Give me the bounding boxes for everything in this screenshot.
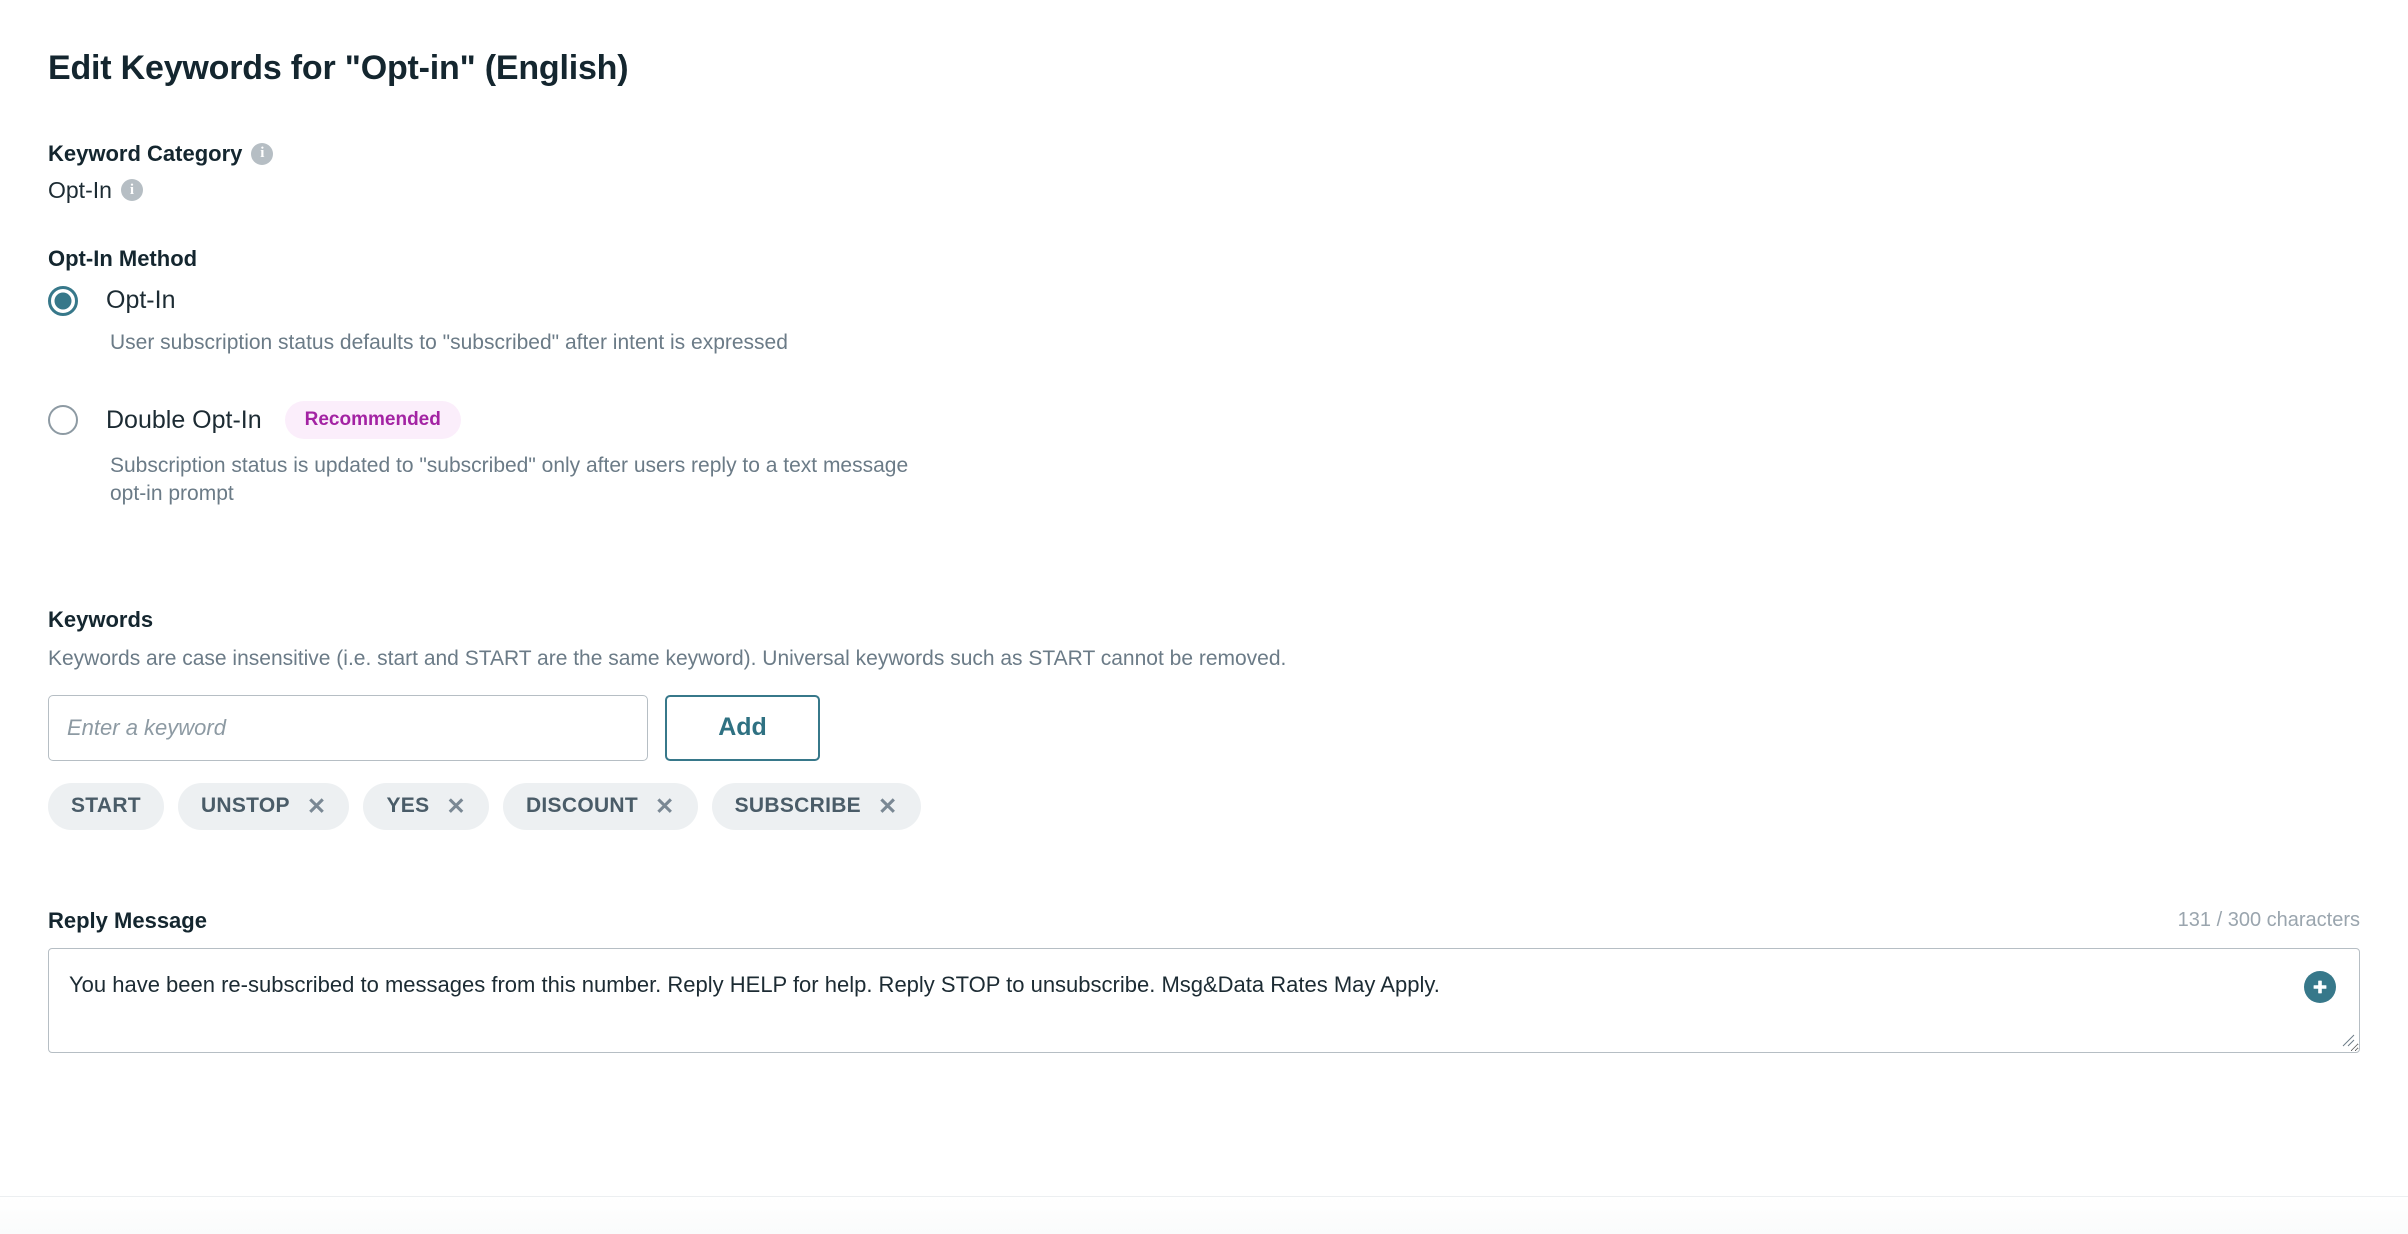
keyword-chip: YES ✕ — [363, 782, 489, 830]
info-icon[interactable]: i — [251, 142, 274, 165]
keyword-chip: DISCOUNT ✕ — [502, 782, 698, 830]
remove-keyword-icon[interactable]: ✕ — [655, 794, 675, 818]
edit-keywords-page: Edit Keywords for "Opt-in" (English) Key… — [0, 0, 2408, 1234]
optin-method-label: Opt-In Method — [48, 246, 2360, 272]
remove-keyword-icon[interactable]: ✕ — [878, 794, 898, 818]
keyword-chip-label: UNSTOP — [200, 794, 290, 818]
bottom-divider — [0, 1196, 2408, 1234]
reply-message-label-text: Reply Message — [48, 907, 207, 933]
radio-button-double-opt-in[interactable] — [48, 405, 78, 436]
radio-option-double-opt-in[interactable]: Double Opt-In Recommended — [48, 401, 2360, 440]
keyword-category-value: Opt-In — [48, 176, 112, 203]
radio-label-opt-in[interactable]: Opt-In — [106, 286, 175, 315]
reply-message-textarea-wrap — [48, 947, 2360, 1053]
keyword-chip-label: YES — [386, 794, 430, 818]
reply-message-header: Reply Message 131 / 300 characters — [48, 908, 2360, 934]
info-icon[interactable]: i — [120, 179, 143, 202]
keywords-help-text: Keywords are case insensitive (i.e. star… — [48, 646, 1287, 670]
radio-description-opt-in: User subscription status defaults to "su… — [110, 330, 788, 354]
keyword-chip-label: START — [71, 794, 141, 818]
keyword-entry-row: Add — [48, 694, 2360, 761]
optin-method-label-text: Opt-In Method — [48, 245, 198, 271]
keyword-category-label-text: Keyword Category — [48, 140, 243, 166]
plus-circle-icon[interactable] — [2304, 970, 2336, 1003]
keyword-category-value-row: Opt-In i — [48, 177, 2360, 204]
keyword-chip-label: SUBSCRIBE — [734, 794, 861, 818]
add-keyword-button[interactable]: Add — [665, 694, 820, 761]
keywords-label: Keywords — [48, 607, 2360, 633]
keywords-section: Keywords Keywords are case insensitive (… — [48, 607, 2360, 830]
radio-description-double-opt-in: Subscription status is updated to "subsc… — [110, 454, 909, 506]
keyword-category-section: Keyword Category i Opt-In i — [48, 141, 2360, 204]
keyword-chips-list: START UNSTOP ✕ YES ✕ DISCOUNT ✕ SUBSCRIB… — [48, 782, 2360, 830]
radio-button-opt-in[interactable] — [48, 285, 78, 316]
keyword-chip: START — [48, 782, 164, 830]
page-title: Edit Keywords for "Opt-in" (English) — [48, 49, 629, 87]
keyword-chip: UNSTOP ✕ — [177, 782, 350, 830]
reply-message-label: Reply Message — [48, 908, 207, 934]
keyword-chip: SUBSCRIBE ✕ — [711, 782, 921, 830]
character-counter: 131 / 300 characters — [2177, 908, 2360, 931]
reply-message-section: Reply Message 131 / 300 characters — [48, 908, 2360, 1053]
radio-option-opt-in[interactable]: Opt-In — [48, 285, 2360, 316]
keyword-input[interactable] — [48, 694, 648, 761]
radio-label-double-opt-in[interactable]: Double Opt-In — [106, 406, 262, 435]
recommended-badge: Recommended — [284, 401, 461, 440]
keyword-chip-label: DISCOUNT — [525, 794, 639, 818]
remove-keyword-icon[interactable]: ✕ — [446, 794, 466, 818]
remove-keyword-icon[interactable]: ✕ — [307, 794, 327, 818]
reply-message-textarea[interactable] — [48, 947, 2360, 1053]
keywords-label-text: Keywords — [48, 606, 154, 632]
optin-method-section: Opt-In Method Opt-In User subscription s… — [48, 246, 2360, 509]
keyword-category-label: Keyword Category i — [48, 141, 2360, 167]
